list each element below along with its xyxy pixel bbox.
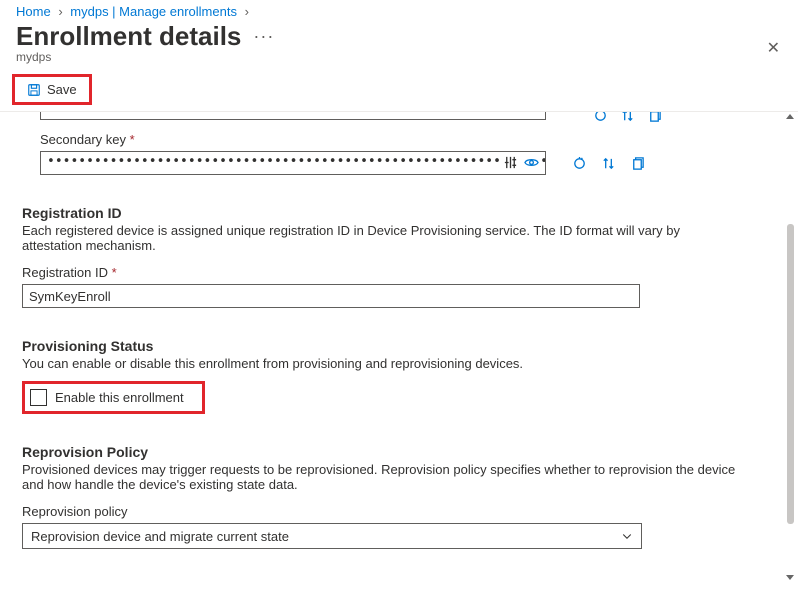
checkbox-icon: [30, 389, 47, 406]
highlight-save: Save: [12, 74, 92, 105]
secondary-key-label: Secondary key *: [40, 132, 766, 147]
highlight-enable-enrollment: Enable this enrollment: [22, 381, 205, 414]
copy-icon[interactable]: [630, 156, 645, 171]
scroll-down-icon[interactable]: [786, 575, 794, 580]
copy-icon[interactable]: [647, 112, 662, 123]
secondary-key-value: ••••••••••••••••••••••••••••••••••••••••…: [47, 154, 546, 169]
regenerate-icon[interactable]: [593, 112, 608, 123]
enable-enrollment-checkbox[interactable]: Enable this enrollment: [27, 386, 192, 409]
breadcrumb: Home › mydps | Manage enrollments ›: [0, 0, 798, 19]
provisioning-desc: You can enable or disable this enrollmen…: [22, 356, 742, 371]
scroll-up-icon[interactable]: [786, 114, 794, 119]
provisioning-heading: Provisioning Status: [22, 338, 766, 354]
reveal-icon[interactable]: [524, 155, 539, 170]
registration-id-label: Registration ID *: [22, 265, 766, 280]
reprovision-policy-label: Reprovision policy: [22, 504, 766, 519]
swap-icon[interactable]: [601, 156, 616, 171]
breadcrumb-manage[interactable]: mydps | Manage enrollments: [70, 4, 237, 19]
save-button[interactable]: Save: [19, 78, 85, 101]
chevron-right-icon: ›: [245, 4, 249, 19]
primary-key-input-cutoff[interactable]: [40, 112, 546, 120]
scroll-thumb[interactable]: [787, 224, 794, 524]
reprovision-desc: Provisioned devices may trigger requests…: [22, 462, 742, 492]
registration-desc: Each registered device is assigned uniqu…: [22, 223, 742, 253]
more-icon[interactable]: ···: [253, 26, 274, 47]
page-subtitle: mydps: [0, 50, 798, 64]
reprovision-heading: Reprovision Policy: [22, 444, 766, 460]
page-title: Enrollment details: [16, 21, 241, 52]
enable-enrollment-label: Enable this enrollment: [55, 390, 184, 405]
key-action-icons: [593, 112, 662, 123]
regenerate-icon[interactable]: [572, 156, 587, 171]
scrollbar[interactable]: [787, 114, 794, 580]
reprovision-policy-select[interactable]: Reprovision device and migrate current s…: [22, 523, 642, 549]
clear-icon[interactable]: [503, 155, 518, 170]
toolbar: Save: [0, 68, 798, 112]
chevron-down-icon: [621, 530, 633, 542]
swap-icon[interactable]: [620, 112, 635, 123]
close-icon[interactable]: ✕: [767, 38, 780, 58]
registration-heading: Registration ID: [22, 205, 766, 221]
secondary-key-input[interactable]: ••••••••••••••••••••••••••••••••••••••••…: [40, 151, 546, 175]
save-icon: [27, 83, 41, 97]
reprovision-policy-value: Reprovision device and migrate current s…: [31, 529, 289, 544]
save-label: Save: [47, 82, 77, 97]
chevron-right-icon: ›: [58, 4, 62, 19]
registration-id-input[interactable]: [22, 284, 640, 308]
breadcrumb-home[interactable]: Home: [16, 4, 51, 19]
